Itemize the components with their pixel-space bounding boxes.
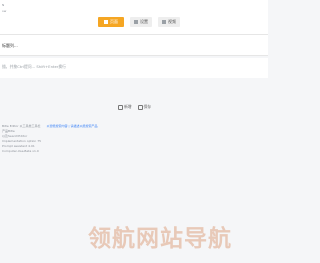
video-icon xyxy=(162,20,166,24)
tab-settings-label: 设置 xyxy=(140,19,148,24)
title-row[interactable]: 标题列... xyxy=(0,34,268,56)
footer: Bitle Editor 以工具类工具栏 以智能搜索内容 | 请描述以能搜索产品… xyxy=(2,124,97,154)
toolbar: 页面 设置 视频 xyxy=(98,17,180,28)
save-icon xyxy=(137,104,143,110)
doc-icon xyxy=(118,104,123,110)
save-action-label: 保存 xyxy=(143,104,152,109)
watermark: 领航网站导航 xyxy=(88,226,232,252)
doc-icon xyxy=(104,20,108,24)
prompt-input[interactable]: 描，并按Ctrl提问... Shift+Enter换行 xyxy=(2,64,66,70)
page-title: 标题列... xyxy=(2,43,18,48)
footer-line-1: Bitle Editor 以工具类工具栏 以智能搜索内容 | 请描述以能搜索产品 xyxy=(2,124,97,129)
tab-video[interactable]: 视频 xyxy=(158,17,180,27)
tab-pages[interactable]: 页面 xyxy=(98,17,124,27)
logo-line-2: ow xyxy=(2,9,7,13)
header: N ow 页面 设置 视频 xyxy=(0,0,268,34)
input-row[interactable]: 描，并按Ctrl提问... Shift+Enter换行 xyxy=(0,58,268,79)
gear-icon xyxy=(134,20,138,24)
tab-video-label: 视频 xyxy=(168,19,176,24)
main-body: 新增 保存 Bitle Editor 以工具类工具栏 以智能搜索内容 | 请描述… xyxy=(0,78,268,263)
new-action-label: 新增 xyxy=(124,104,132,109)
tab-pages-label: 页面 xyxy=(110,19,118,24)
footer-line-6: Computer-Use-Beta v1.0 xyxy=(2,149,39,153)
logo-line-1: N xyxy=(2,3,5,7)
new-action[interactable]: 新增 xyxy=(118,104,132,110)
footer-link[interactable]: 以智能搜索内容 | 请描述以能搜索产品 xyxy=(47,124,98,129)
center-actions: 新增 保存 xyxy=(118,104,151,110)
save-action[interactable]: 保存 xyxy=(137,104,152,110)
tab-settings[interactable]: 设置 xyxy=(130,17,152,27)
